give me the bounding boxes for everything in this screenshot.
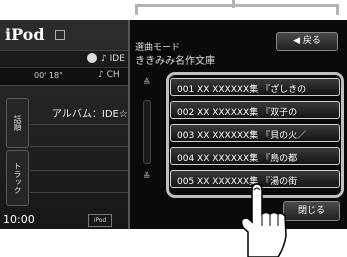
shuffle-button[interactable]: 話順	[6, 98, 29, 148]
divider-line	[30, 192, 128, 193]
clock: 10:00	[3, 213, 35, 226]
app-title: iPod	[5, 25, 45, 44]
list-item[interactable]: 002 XX XXXXXX集 『双子の	[170, 101, 340, 119]
list-item-label: 002 XX XXXXXX集 『双子の	[177, 108, 298, 118]
source-icon	[55, 30, 65, 40]
back-button[interactable]: ◀ 戻る	[276, 32, 338, 51]
time-row: 00' 18" ♪ CH	[0, 67, 128, 86]
divider-line	[30, 124, 128, 125]
list-item[interactable]: 001 XX XXXXXX集 『ざしきの	[170, 78, 340, 96]
track-button[interactable]: トラック	[6, 150, 29, 206]
category-title: ききみみ名作文庫	[135, 56, 215, 67]
callout-bracket-tick	[232, 0, 235, 8]
list-item-label: 003 XX XXXXXX集 『貝の火／	[177, 131, 307, 141]
list-item[interactable]: 003 XX XXXXXX集 『貝の火／	[170, 124, 340, 142]
scrollbar[interactable]	[143, 100, 151, 164]
scroll-down-icon[interactable]: ≚	[143, 172, 151, 182]
disc-icon	[87, 53, 97, 63]
artist-row: ♪ IDE	[0, 50, 128, 68]
list-item-label: 004 XX XXXXXX集 『鳥の都	[177, 154, 298, 164]
divider-line	[30, 146, 128, 147]
divider-line	[30, 170, 128, 171]
scroll-up-icon[interactable]: ≙	[143, 78, 151, 88]
elapsed-time: 00' 18"	[34, 71, 63, 80]
ipod-badge: iPod	[88, 214, 112, 227]
now-playing-panel: iPod ♪ IDE 00' 18" ♪ CH 話順 トラック アルバム：IDE…	[0, 20, 128, 229]
artist-snippet: ♪ IDE	[101, 54, 125, 64]
track-snippet: ♪ CH	[98, 70, 120, 80]
pointing-hand-icon	[240, 183, 287, 257]
album-label: アルバム：IDE☆	[52, 109, 128, 120]
list-item[interactable]: 004 XX XXXXXX集 『鳥の都	[170, 147, 340, 165]
list-item-label: 001 XX XXXXXX集 『ざしきの	[177, 85, 307, 95]
artist-text: IDE	[109, 54, 125, 64]
track-text: CH	[106, 70, 120, 80]
callout-bracket	[135, 4, 339, 15]
